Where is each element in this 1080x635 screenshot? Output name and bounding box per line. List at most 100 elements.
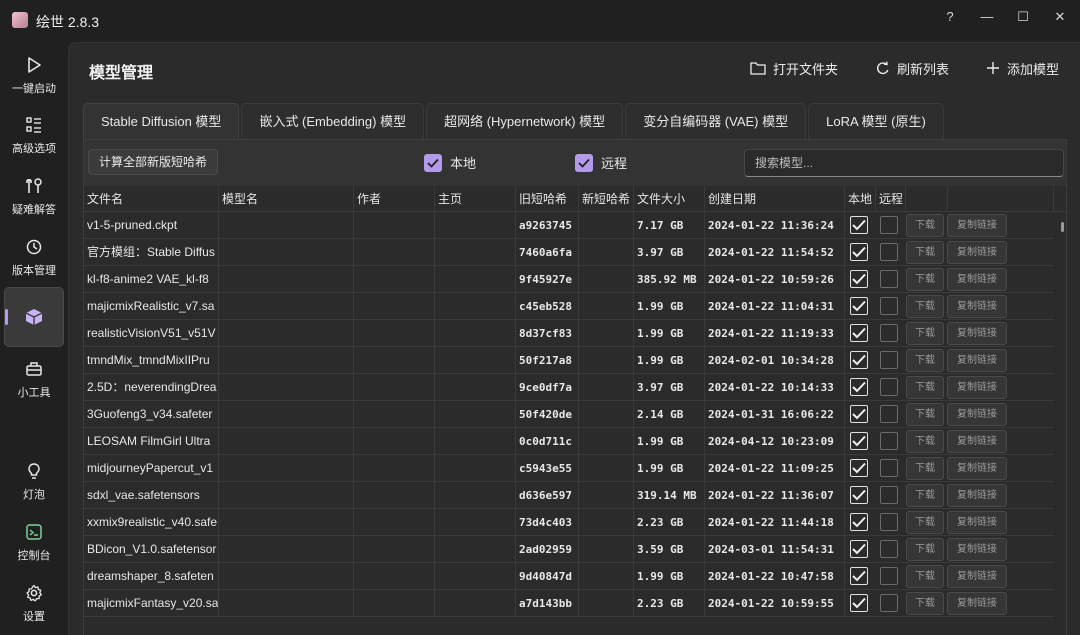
table-row[interactable]: BDicon_V1.0.safetensor 2ad02959 3.59 GB 202… [84,536,1054,563]
column-header-author[interactable]: 作者 [354,186,435,212]
table-row[interactable]: majicmixFantasy_v20.sa a7d143bb 2.23 GB 202… [84,590,1054,617]
copy-link-button[interactable]: 复制链接 [947,484,1007,507]
table-row[interactable]: sdxl_vae.safetensors d636e597 319.14 MB 202… [84,482,1054,509]
copy-link-button[interactable]: 复制链接 [947,565,1007,588]
local-checkbox[interactable] [850,486,868,504]
close-button[interactable]: ✕ [1042,6,1078,28]
sidebar-item-launch[interactable]: 一键启动 [4,56,64,96]
remote-checkbox[interactable] [880,540,898,558]
download-button[interactable]: 下载 [906,457,944,480]
table-row[interactable]: midjourneyPapercut_v1 c5943e55 1.99 GB 2024… [84,455,1054,482]
local-checkbox[interactable] [850,216,868,234]
sidebar-item-bulb[interactable]: 灯泡 [4,462,64,502]
remote-checkbox[interactable] [880,432,898,450]
table-row[interactable]: tmndMix_tmndMixIIPru 50f217a8 1.99 GB 2024-… [84,347,1054,374]
help-button[interactable]: ? [932,6,968,28]
download-button[interactable]: 下载 [906,376,944,399]
table-row[interactable]: v1-5-pruned.ckpt a9263745 7.17 GB 2024-01-2… [84,212,1054,239]
download-button[interactable]: 下载 [906,430,944,453]
copy-link-button[interactable]: 复制链接 [947,403,1007,426]
local-checkbox[interactable] [850,513,868,531]
remote-checkbox[interactable] [880,513,898,531]
sidebar-item-versions[interactable]: 版本管理 [4,238,64,278]
local-filter-checkbox[interactable]: 本地 [424,153,476,172]
maximize-button[interactable]: ☐ [1005,6,1041,28]
copy-link-button[interactable]: 复制链接 [947,214,1007,237]
remote-checkbox[interactable] [880,594,898,612]
download-button[interactable]: 下载 [906,484,944,507]
table-row[interactable]: LEOSAM FilmGirl Ultra 0c0d711c 1.99 GB 2024… [84,428,1054,455]
column-header-remote[interactable]: 远程 [876,186,906,212]
open-folder-button[interactable]: 打开文件夹 [750,58,838,78]
copy-link-button[interactable]: 复制链接 [947,376,1007,399]
copy-link-button[interactable]: 复制链接 [947,241,1007,264]
sidebar-item-settings[interactable]: 设置 [4,584,64,624]
copy-link-button[interactable]: 复制链接 [947,538,1007,561]
column-header-old-hash[interactable]: 旧短哈希 [516,186,579,212]
local-checkbox[interactable] [850,243,868,261]
local-checkbox[interactable] [850,378,868,396]
local-checkbox[interactable] [850,594,868,612]
remote-checkbox[interactable] [880,459,898,477]
tab-lora[interactable]: LoRA 模型 (原生) [808,103,944,139]
column-header-homepage[interactable]: 主页 [435,186,516,212]
local-checkbox[interactable] [850,270,868,288]
remote-checkbox[interactable] [880,297,898,315]
minimize-button[interactable]: — [969,6,1005,28]
copy-link-button[interactable]: 复制链接 [947,430,1007,453]
table-row[interactable]: realisticVisionV51_v51V 8d37cf83 1.99 GB 20… [84,320,1054,347]
table-row[interactable]: 2.5D：neverendingDrea 9ce0df7a 3.97 GB 2024-… [84,374,1054,401]
local-checkbox[interactable] [850,297,868,315]
download-button[interactable]: 下载 [906,295,944,318]
sidebar-item-advanced[interactable]: 高级选项 [4,116,64,156]
table-row[interactable]: kl-f8-anime2 VAE_kl-f8 9f45927e 385.92 MB 2… [84,266,1054,293]
table-row[interactable]: xxmix9realistic_v40.safe 73d4c403 2.23 GB 2… [84,509,1054,536]
remote-checkbox[interactable] [880,486,898,504]
calc-hash-button[interactable]: 计算全部新版短哈希 [88,149,219,175]
copy-link-button[interactable]: 复制链接 [947,349,1007,372]
refresh-button[interactable]: 刷新列表 [875,58,949,78]
download-button[interactable]: 下载 [906,565,944,588]
remote-checkbox[interactable] [880,405,898,423]
download-button[interactable]: 下载 [906,322,944,345]
local-checkbox[interactable] [850,351,868,369]
remote-checkbox[interactable] [880,270,898,288]
column-header-local[interactable]: 本地 [845,186,876,212]
local-checkbox[interactable] [850,459,868,477]
table-row[interactable]: 官方模组：Stable Diffus 7460a6fa 3.97 GB 2024-01… [84,239,1054,266]
remote-checkbox[interactable] [880,324,898,342]
copy-link-button[interactable]: 复制链接 [947,268,1007,291]
table-row[interactable]: 3Guofeng3_v34.safeter 50f420de 2.14 GB 2024… [84,401,1054,428]
column-header-date[interactable]: 创建日期 [705,186,845,212]
download-button[interactable]: 下载 [906,241,944,264]
column-header-filename[interactable]: 文件名 [84,186,219,212]
download-button[interactable]: 下载 [906,403,944,426]
download-button[interactable]: 下载 [906,214,944,237]
remote-checkbox[interactable] [880,243,898,261]
copy-link-button[interactable]: 复制链接 [947,592,1007,615]
copy-link-button[interactable]: 复制链接 [947,295,1007,318]
search-input[interactable] [744,149,1064,177]
tab-embedding[interactable]: 嵌入式 (Embedding) 模型 [241,103,425,139]
column-header-new-hash[interactable]: 新短哈希 [579,186,634,212]
table-row[interactable]: dreamshaper_8.safeten 9d40847d 1.99 GB 2024… [84,563,1054,590]
download-button[interactable]: 下载 [906,592,944,615]
download-button[interactable]: 下载 [906,349,944,372]
remote-checkbox[interactable] [880,351,898,369]
local-checkbox[interactable] [850,567,868,585]
sidebar-item-tools[interactable]: 小工具 [4,360,64,400]
tab-vae[interactable]: 变分自编码器 (VAE) 模型 [625,103,807,139]
local-checkbox[interactable] [850,405,868,423]
add-model-button[interactable]: 添加模型 [986,58,1059,78]
column-header-size[interactable]: 文件大小 [634,186,705,212]
sidebar-item-troubleshoot[interactable]: 疑难解答 [4,177,64,217]
local-checkbox[interactable] [850,324,868,342]
copy-link-button[interactable]: 复制链接 [947,511,1007,534]
remote-filter-checkbox[interactable]: 远程 [575,153,627,172]
download-button[interactable]: 下载 [906,511,944,534]
tab-stable-diffusion[interactable]: Stable Diffusion 模型 [83,103,240,139]
vertical-scrollbar[interactable] [1061,222,1064,232]
local-checkbox[interactable] [850,432,868,450]
table-row[interactable]: majicmixRealistic_v7.sa c45eb528 1.99 GB 20… [84,293,1054,320]
remote-checkbox[interactable] [880,378,898,396]
